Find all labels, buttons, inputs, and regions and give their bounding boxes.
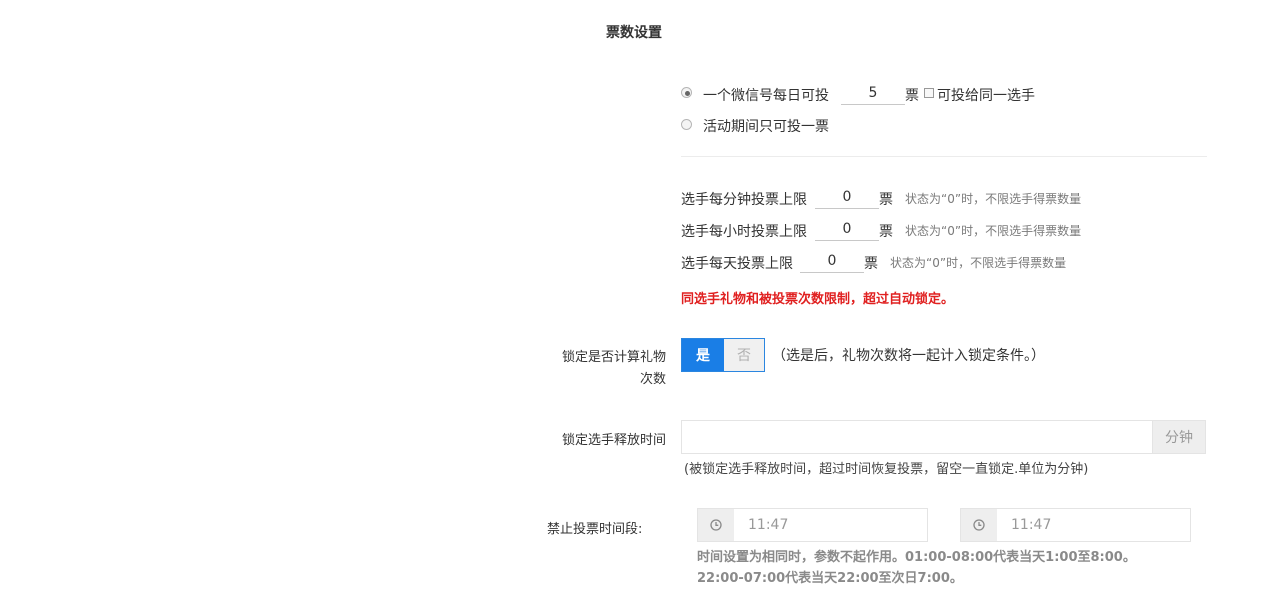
lock-warning: 同选手礼物和被投票次数限制，超过自动锁定。 — [681, 292, 955, 307]
toggle-no[interactable]: 否 — [724, 339, 764, 371]
divider — [681, 156, 1207, 157]
release-time-unit: 分钟 — [1153, 420, 1206, 454]
forbid-start-value: 11:47 — [748, 517, 789, 533]
once-per-event-label: 活动期间只可投一票 — [703, 119, 829, 135]
forbid-time-label: 禁止投票时间段: — [547, 522, 643, 537]
lock-gift-label-line1: 锁定是否计算礼物 — [561, 350, 666, 365]
per-minute-label: 选手每分钟投票上限 — [681, 192, 807, 208]
per-minute-hint: 状态为“0”时，不限选手得票数量 — [905, 192, 1082, 206]
same-player-label: 可投给同一选手 — [937, 88, 1035, 104]
daily-votes-label: 一个微信号每日可投 — [703, 88, 829, 104]
radio-once-per-event[interactable] — [681, 119, 692, 130]
daily-votes-input[interactable] — [841, 82, 905, 105]
per-day-unit: 票 — [864, 256, 878, 272]
release-time-note: (被锁定选手释放时间，超过时间恢复投票，留空一直锁定.单位为分钟) — [684, 462, 1089, 477]
per-day-label: 选手每天投票上限 — [681, 256, 793, 272]
forbid-time-note-line2: 22:00-07:00代表当天22:00至次日7:00。 — [697, 571, 963, 586]
forbid-start-picker[interactable]: 11:47 — [697, 508, 928, 542]
per-hour-hint: 状态为“0”时，不限选手得票数量 — [905, 224, 1082, 238]
per-hour-unit: 票 — [879, 224, 893, 240]
per-day-hint: 状态为“0”时，不限选手得票数量 — [890, 256, 1067, 270]
toggle-yes[interactable]: 是 — [682, 339, 724, 371]
daily-votes-unit: 票 — [905, 88, 919, 104]
lock-gift-note: （选是后，礼物次数将一起计入锁定条件。） — [772, 348, 1045, 364]
lock-gift-label-line2: 次数 — [639, 372, 666, 387]
clock-icon — [698, 509, 734, 541]
forbid-time-note-line1: 时间设置为相同时，参数不起作用。01:00-08:00代表当天1:00至8:00… — [697, 550, 1136, 565]
radio-checked-icon — [681, 87, 692, 98]
per-minute-input[interactable] — [815, 186, 879, 209]
clock-icon — [961, 509, 997, 541]
section-title: 票数设置 — [606, 25, 662, 41]
lock-gift-toggle[interactable]: 是 否 — [681, 338, 765, 372]
per-day-input[interactable] — [800, 250, 864, 273]
radio-daily-votes[interactable] — [681, 87, 692, 98]
per-hour-input[interactable] — [815, 218, 879, 241]
forbid-end-value: 11:47 — [1011, 517, 1052, 533]
release-time-label: 锁定选手释放时间 — [561, 433, 666, 448]
per-minute-unit: 票 — [879, 192, 893, 208]
forbid-end-picker[interactable]: 11:47 — [960, 508, 1191, 542]
release-time-input[interactable] — [681, 420, 1153, 454]
per-hour-label: 选手每小时投票上限 — [681, 224, 807, 240]
radio-unchecked-icon — [681, 119, 692, 130]
same-player-checkbox[interactable] — [924, 88, 934, 98]
